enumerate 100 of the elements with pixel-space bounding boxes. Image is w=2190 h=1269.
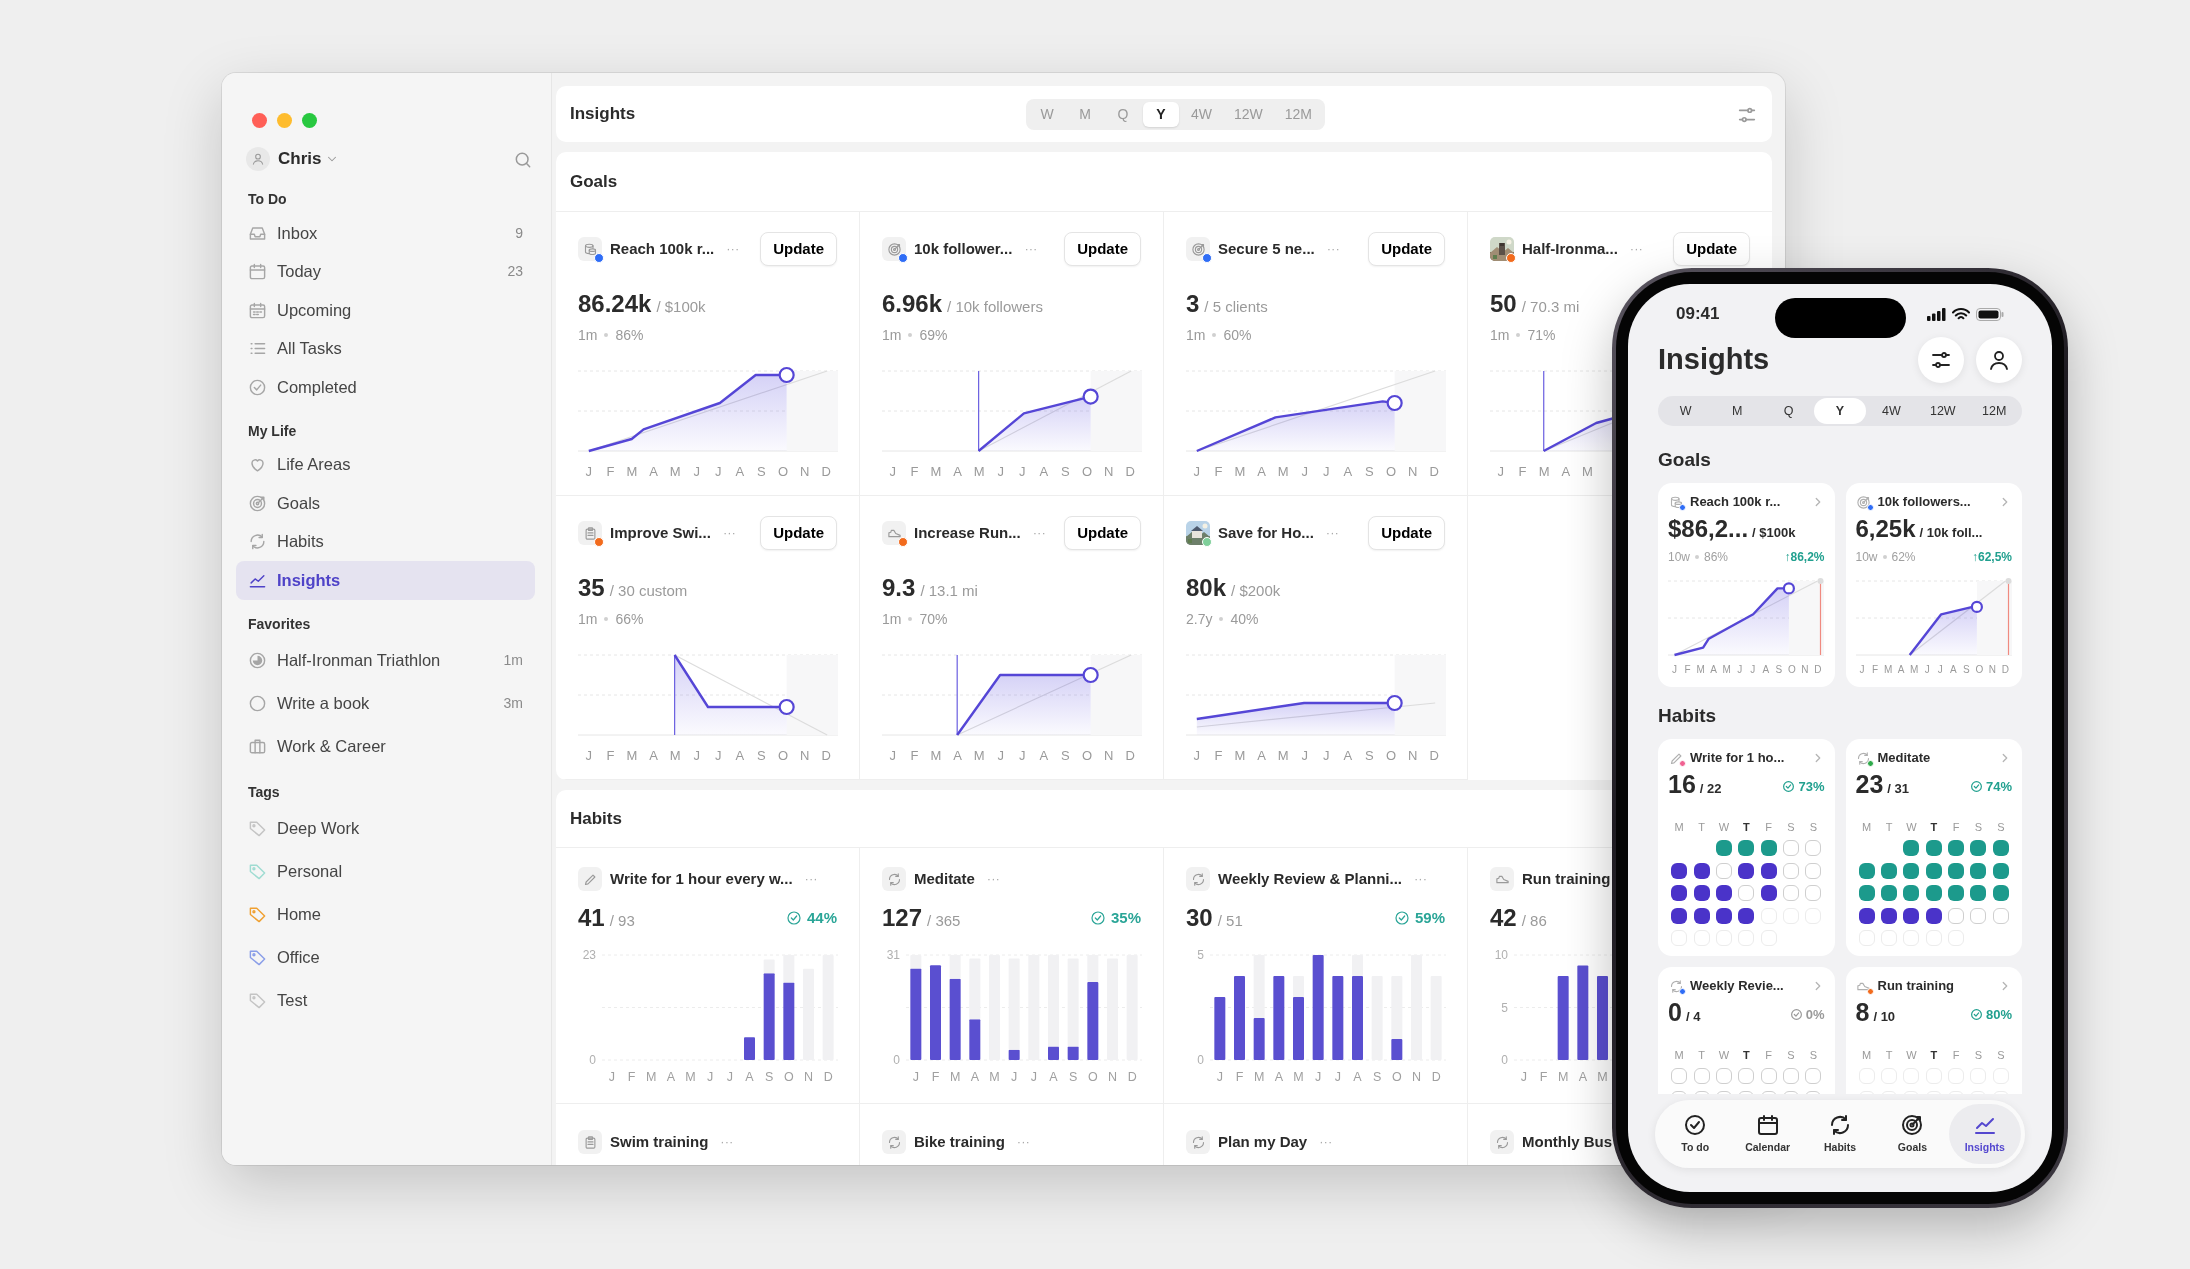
sidebar-item[interactable]: Life Areas (236, 445, 535, 484)
habit-card[interactable]: Run training 8 / 10 80% M T W T F S S (1845, 967, 2022, 1094)
month-label: M (1581, 463, 1594, 481)
calendar-icon (1755, 1112, 1780, 1137)
weekday-label: S (1786, 1048, 1796, 1062)
habit-title: Weekly Revie... (1690, 977, 1784, 996)
habit-title: Write for 1 hour every w... (610, 868, 793, 889)
habit-card[interactable]: Weekly Revie... 0 / 4 0% M T W T F S S (1658, 967, 1835, 1094)
period-tab[interactable]: Q (1762, 398, 1815, 424)
weekday-label: T (1884, 820, 1894, 834)
period-tab[interactable]: W (1660, 398, 1712, 424)
sidebar-item[interactable]: Test (236, 978, 535, 1022)
clipboard-icon (582, 1134, 598, 1150)
period-tab[interactable]: 12M (1968, 398, 2020, 424)
profile-button[interactable] (1976, 337, 2022, 383)
tab-bar-item[interactable]: Calendar (1731, 1104, 1804, 1164)
tab-bar-item[interactable]: To do (1659, 1104, 1732, 1164)
month-label: N (1406, 463, 1419, 481)
weekday-label: S (1996, 1048, 2006, 1062)
period-tab[interactable]: Y (1143, 102, 1179, 127)
sidebar-item[interactable]: Upcoming (236, 291, 535, 330)
target-icon (248, 493, 267, 513)
repeat-icon (1190, 871, 1206, 887)
window-control[interactable] (302, 112, 317, 128)
update-button[interactable]: Update (1368, 516, 1445, 550)
month-label: M (645, 1070, 657, 1084)
habit-target: / 31 (1887, 780, 1909, 798)
goal-target: / 70.3 mi (1521, 297, 1580, 317)
signal-icon (1927, 307, 1946, 321)
sidebar-item[interactable]: Half-Ironman Triathlon 1m (236, 638, 535, 682)
axis-tick: 0 (893, 1053, 900, 1067)
month-label: F (1235, 1070, 1244, 1084)
month-label: O (1384, 463, 1398, 481)
goal-card[interactable]: Reach 100k r... $86,2... / $100k 10w 86% ↑86,2% J F M A M J J A S O N D (1658, 483, 1835, 687)
sidebar-item[interactable]: Personal (236, 849, 535, 893)
axis-tick: 0 (1197, 1053, 1204, 1067)
separator-dot (1695, 555, 1699, 559)
habit-card[interactable]: Meditate 23 / 31 74% M T W T F S S (1845, 739, 2022, 956)
page-title: Insights (1658, 342, 1770, 378)
month-label: A (734, 747, 746, 765)
user-menu-button[interactable]: Chris (278, 146, 340, 172)
window-control[interactable] (252, 112, 267, 128)
update-button[interactable]: Update (760, 232, 837, 266)
goal-value: 50 (1490, 290, 1517, 318)
completion-percent: 0% (1805, 1005, 1825, 1024)
month-label: O (1974, 663, 1985, 677)
month-label: A (1049, 1070, 1058, 1084)
habit-card[interactable]: Write for 1 ho... 16 / 22 73% M T W T F S S (1658, 739, 1835, 956)
weekday-label: M (1861, 820, 1873, 834)
month-label: J (1923, 663, 1931, 677)
period-tab[interactable]: M (1711, 398, 1763, 424)
month-label: A (1578, 1070, 1587, 1084)
month-label: J (726, 1070, 733, 1084)
month-label: O (1391, 1070, 1402, 1084)
month-label: M (972, 747, 986, 765)
tab-bar-item[interactable]: Insights (1948, 1104, 2022, 1164)
month-label: S (1774, 663, 1784, 677)
sidebar-item[interactable]: Goals (236, 484, 535, 523)
month-label: D (1428, 747, 1440, 765)
check-circle-icon (1393, 910, 1410, 926)
update-button[interactable]: Update (760, 516, 837, 550)
month-label: F (627, 1070, 636, 1084)
sidebar-item[interactable]: Insights (236, 561, 535, 600)
month-label: M (625, 463, 639, 481)
axis-tick: 0 (589, 1053, 596, 1067)
sidebar-item[interactable]: Write a book 3m (236, 681, 535, 725)
filter-button[interactable] (1918, 337, 1964, 383)
month-label: M (1276, 747, 1290, 765)
sidebar-item[interactable]: Completed (236, 368, 535, 407)
tab-bar-item[interactable]: Goals (1876, 1104, 1949, 1164)
repeat-icon (886, 1134, 902, 1150)
sidebar-item[interactable]: Inbox 9 (236, 214, 535, 253)
sidebar-item[interactable]: Habits (236, 522, 535, 561)
tab-bar-item[interactable]: Habits (1803, 1104, 1877, 1164)
sidebar-item[interactable]: All Tasks (236, 329, 535, 368)
goal-card[interactable]: 10k followers... 6,25k / 10k foll... 10w 62% ↑62,5% J F M A M J J A S O N D (1845, 483, 2022, 687)
sidebar-item[interactable]: Home (236, 892, 535, 936)
sidebar-item[interactable]: Deep Work (236, 806, 535, 850)
period-tab[interactable]: 4W (1865, 398, 1918, 424)
month-label: A (648, 463, 659, 481)
sidebar-item[interactable]: Office (236, 935, 535, 979)
check-circle-icon (1089, 910, 1106, 926)
month-label: J (1322, 463, 1331, 481)
window-control[interactable] (277, 112, 292, 128)
sidebar-item[interactable]: Work & Career (236, 724, 535, 768)
time-span: 1m (578, 326, 598, 345)
month-label: A (666, 1070, 675, 1084)
month-label: A (1560, 463, 1572, 481)
update-button[interactable]: Update (1064, 232, 1141, 266)
repeat-icon (248, 532, 267, 552)
avatar[interactable] (246, 147, 270, 171)
update-button[interactable]: Update (1673, 232, 1750, 266)
repeat-icon (1494, 1134, 1510, 1150)
month-label: M (1909, 663, 1920, 677)
sidebar-item[interactable]: Today 23 (236, 252, 535, 291)
progress-percent: 69% (919, 326, 948, 345)
update-button[interactable]: Update (1064, 516, 1141, 550)
update-button[interactable]: Update (1368, 232, 1445, 266)
period-tab[interactable]: Y (1814, 398, 1866, 424)
period-tab[interactable]: 12W (1917, 398, 1969, 424)
